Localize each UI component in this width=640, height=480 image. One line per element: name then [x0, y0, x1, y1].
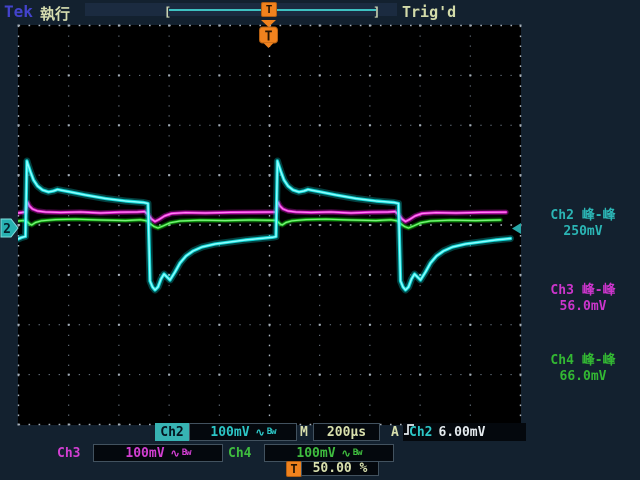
record-trigger-marker: T: [261, 2, 277, 17]
ch3-scale-value: 100mV: [125, 445, 165, 461]
record-right-bracket: ]: [373, 5, 381, 19]
rising-edge-icon: [404, 424, 414, 435]
ch2-bandwidth-limit-icon: Bw: [266, 427, 277, 437]
horizontal-position-value: 50.00 %: [312, 461, 368, 476]
horizontal-position-icon: T: [286, 461, 302, 477]
acquisition-status: 執行: [40, 5, 71, 23]
ch4-scale-field: 100mV ∿ Bw: [264, 444, 394, 462]
timebase-field: 200µs: [313, 423, 380, 441]
trigger-readout-field: Ch2 6.00mV: [403, 423, 526, 441]
ch2-ac-coupling-icon: ∿: [255, 425, 265, 439]
channel2-position-marker-label: 2: [3, 222, 11, 237]
measurement-ch4-value: 66.0mV: [559, 369, 607, 384]
ch3-scale-field: 100mV ∿ Bw: [93, 444, 223, 462]
trigger-mode-label: A: [391, 425, 399, 440]
record-left-bracket: [: [164, 5, 172, 19]
ch4-scale-value: 100mV: [296, 445, 336, 461]
trigger-level-value: 6.00mV: [438, 424, 486, 440]
measurement-ch2-value: 250mV: [563, 224, 603, 239]
measurement-ch3-title: Ch3 峰-峰: [550, 283, 616, 298]
ch2-readout-badge: Ch2: [155, 423, 189, 441]
timebase-value: 200µs: [326, 424, 367, 440]
measurement-ch4-title: Ch4 峰-峰: [550, 353, 616, 368]
brand-logo: Tek: [4, 2, 33, 21]
ch3-readout-label: Ch3: [57, 446, 81, 461]
scope-display: T 2: [0, 20, 522, 426]
ch4-bandwidth-limit-icon: Bw: [352, 448, 363, 458]
ch3-ac-coupling-icon: ∿: [170, 446, 180, 460]
channel2-position-marker: 2: [0, 218, 19, 238]
measurement-ch3-value: 56.0mV: [559, 299, 607, 314]
ch4-ac-coupling-icon: ∿: [341, 446, 351, 460]
ch2-scale-field: 100mV ∿ Bw: [189, 423, 297, 441]
measurement-ch2-title: Ch2 峰-峰: [550, 208, 616, 223]
horizontal-position-field: 50.00 %: [301, 461, 379, 476]
trigger-position-marker-label: T: [265, 30, 273, 45]
measurement-ch4-pkpk: Ch4 峰-峰 66.0mV: [528, 353, 638, 385]
measurement-ch2-pkpk: Ch2 峰-峰 250mV: [528, 208, 638, 240]
ch3-bandwidth-limit-icon: Bw: [181, 448, 192, 458]
oscilloscope-screen: T 2 Tek 執行 Trig'd [ ] T Ch2 峰-峰 250mV Ch…: [0, 0, 640, 480]
ch2-scale-value: 100mV: [210, 424, 250, 440]
ch4-readout-label: Ch4: [228, 446, 252, 461]
trigger-status: Trig'd: [402, 3, 457, 21]
measurement-ch3-pkpk: Ch3 峰-峰 56.0mV: [528, 283, 638, 315]
timebase-label: M: [300, 425, 308, 440]
